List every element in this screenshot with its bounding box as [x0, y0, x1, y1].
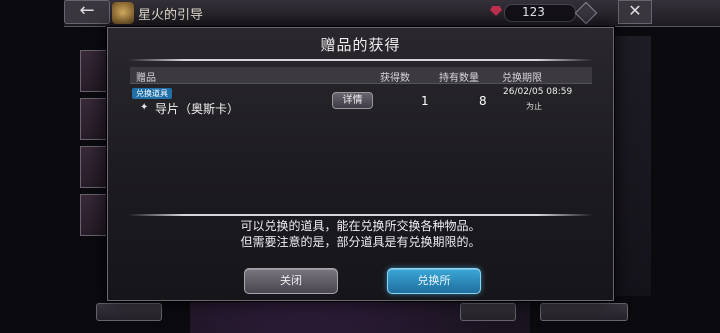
table-header: 赠品 获得数 持有数量 兑换期限 — [130, 67, 592, 84]
background-button — [96, 303, 162, 321]
divider — [128, 59, 593, 61]
table-row: 兑换道具 ✦ 导片（奥斯卡） 详情 1 8 26/02/05 08:59 为止 — [130, 85, 592, 123]
gift-obtained-dialog: 赠品的获得 赠品 获得数 持有数量 兑换期限 兑换道具 ✦ 导片（奥斯卡） 详情… — [107, 27, 614, 301]
exchange-shop-button[interactable]: 兑换所 — [387, 268, 481, 294]
item-name: 导片（奥斯卡） — [155, 102, 240, 116]
info-message: 可以兑换的道具，能在兑换所交换各种物品。 但需要注意的是，部分道具是有兑换期限的… — [108, 218, 613, 250]
column-header-item: 赠品 — [136, 73, 156, 84]
dialog-title: 赠品的获得 — [320, 36, 401, 54]
detail-button[interactable]: 详情 — [332, 92, 373, 109]
back-button[interactable]: ← — [64, 0, 110, 24]
exchange-deadline-suffix: 为止 — [526, 102, 542, 111]
info-message-line: 可以兑换的道具，能在兑换所交换各种物品。 — [240, 219, 481, 233]
title-emblem-icon — [112, 2, 134, 24]
item-icon: ✦ — [140, 102, 149, 113]
divider — [128, 214, 593, 216]
column-header-deadline: 兑换期限 — [502, 73, 542, 84]
background-button — [460, 303, 516, 321]
column-header-got: 获得数 — [380, 73, 410, 84]
background-button — [540, 303, 628, 321]
currency-value: 123 — [522, 5, 545, 19]
obtained-count: 1 — [421, 94, 429, 108]
close-button[interactable]: 关闭 — [244, 268, 338, 294]
close-screen-button[interactable]: ✕ — [618, 0, 652, 24]
info-message-line: 但需要注意的是，部分道具是有兑换期限的。 — [240, 235, 481, 249]
column-header-held: 持有数量 — [439, 73, 479, 84]
page-title: 星火的引导 — [138, 8, 204, 23]
exchange-deadline: 26/02/05 08:59 — [503, 87, 573, 97]
item-type-badge: 兑换道具 — [132, 88, 172, 99]
held-count: 8 — [479, 94, 487, 108]
